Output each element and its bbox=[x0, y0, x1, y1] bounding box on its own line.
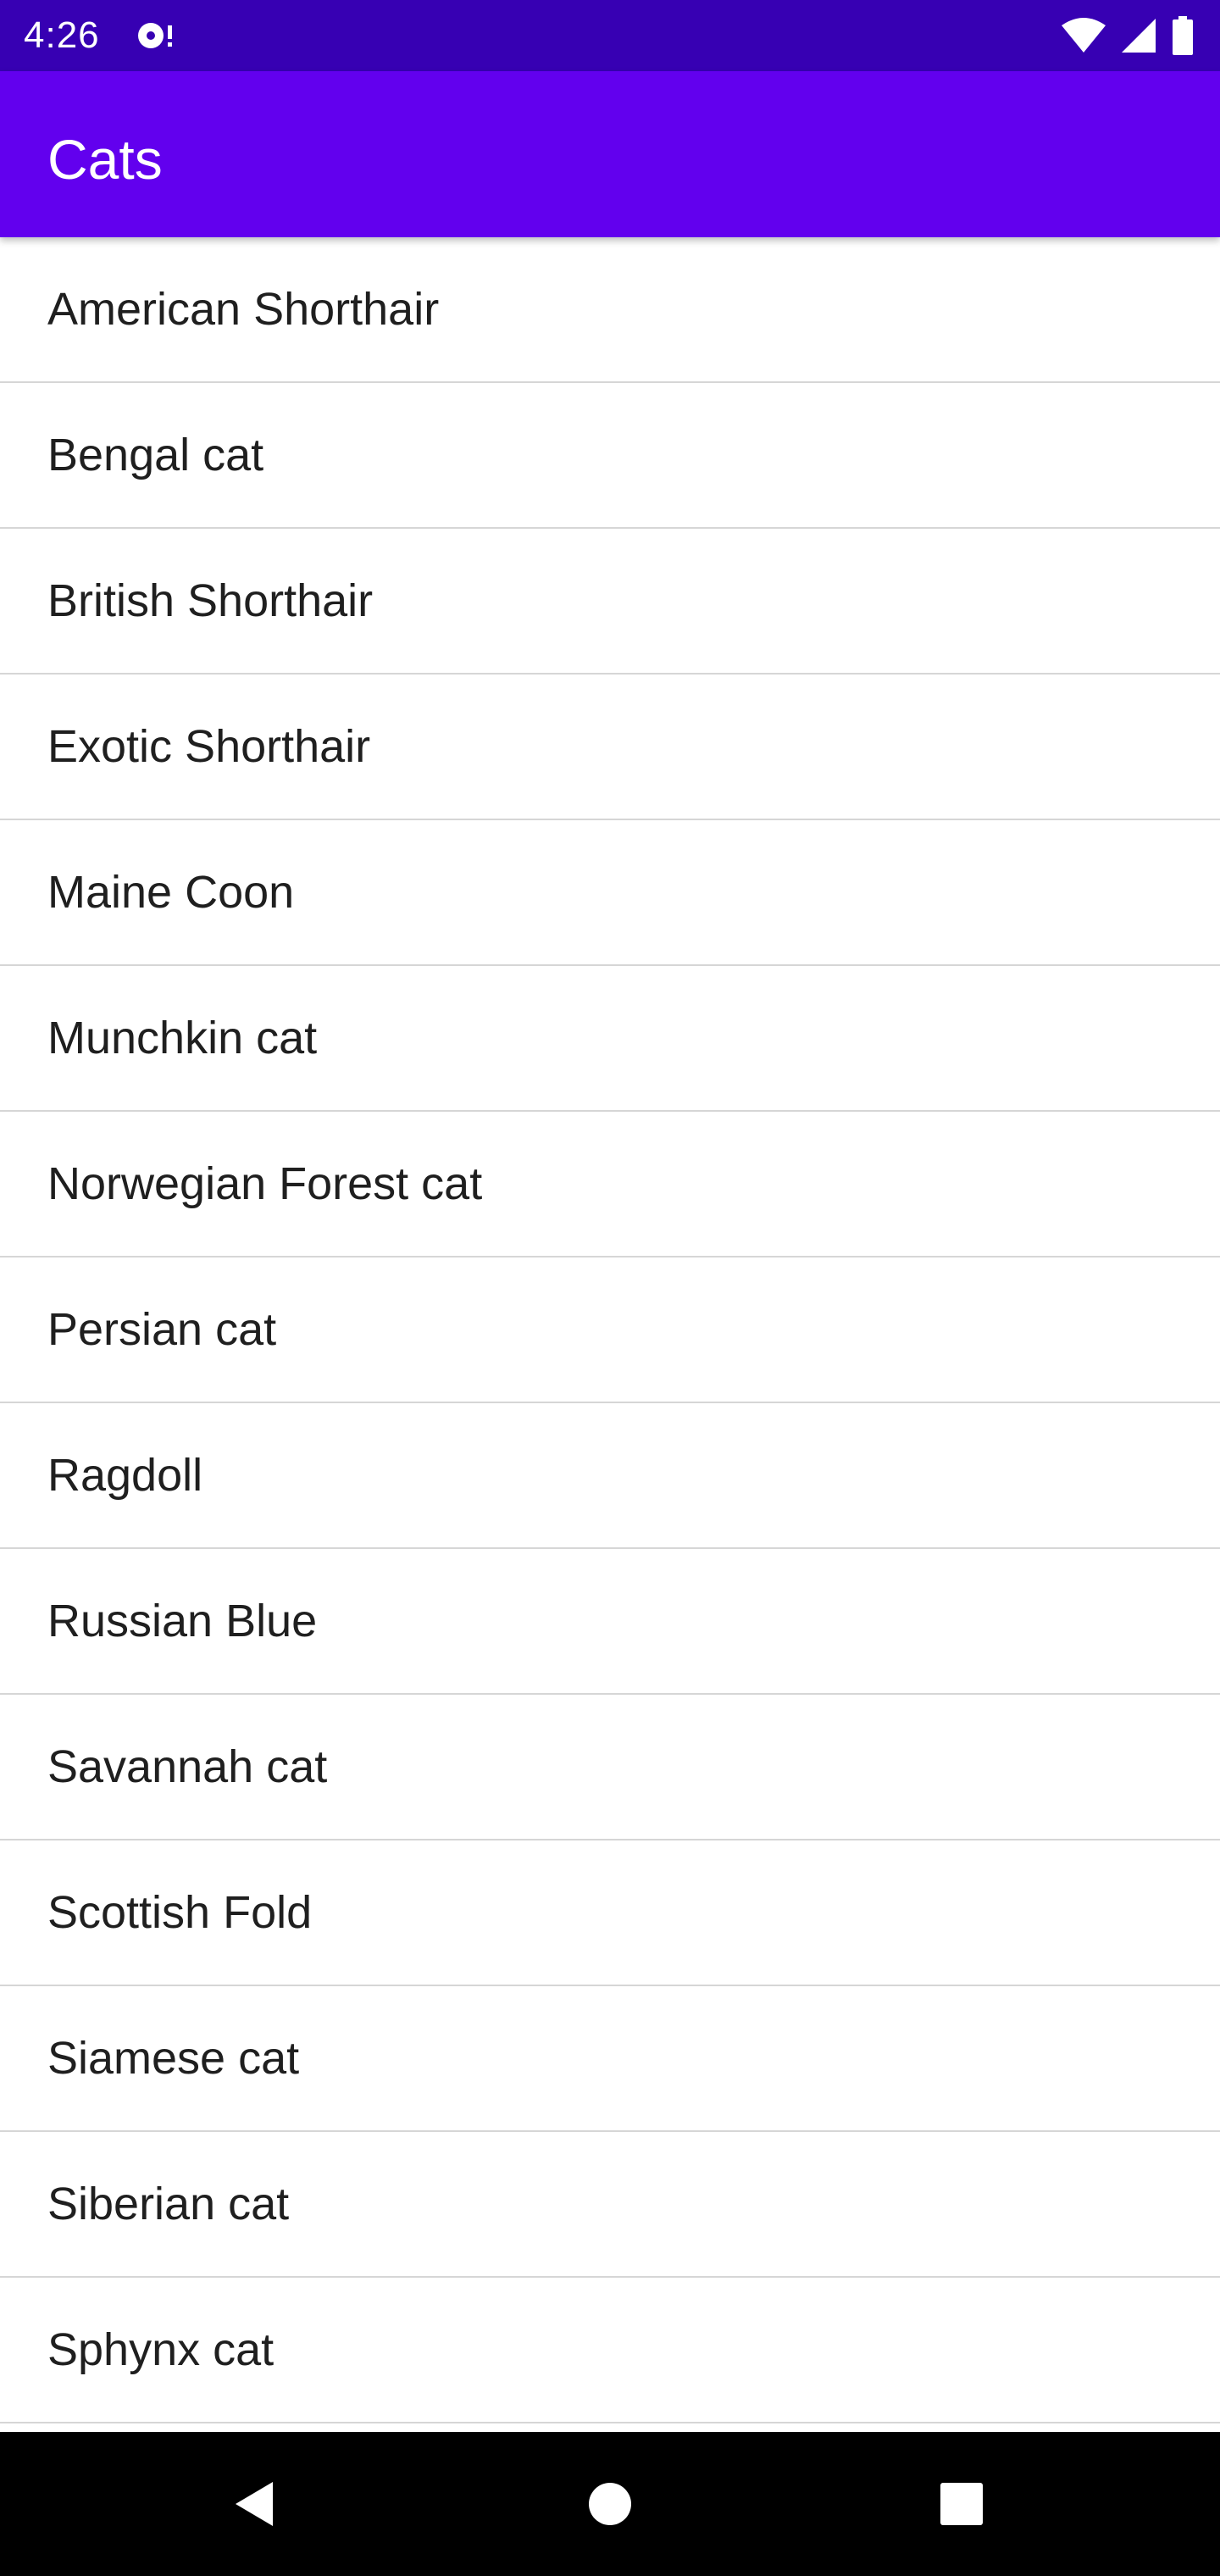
status-time: 4:26 bbox=[24, 14, 100, 56]
list-item[interactable]: Munchkin cat bbox=[0, 966, 1220, 1112]
list-item-label: Exotic Shorthair bbox=[47, 721, 371, 772]
list-item[interactable]: Ragdoll bbox=[0, 1403, 1220, 1549]
page-title: Cats bbox=[47, 128, 163, 191]
list-item-label: Norwegian Forest cat bbox=[47, 1158, 483, 1209]
home-icon bbox=[589, 2483, 631, 2525]
list-item[interactable]: Savannah cat bbox=[0, 1695, 1220, 1840]
app-bar: Cats bbox=[0, 71, 1220, 237]
cellular-signal-icon bbox=[1122, 19, 1156, 53]
list-item-label: Munchkin cat bbox=[47, 1013, 318, 1063]
list-item-label: Siamese cat bbox=[47, 2033, 300, 2084]
list-item[interactable]: Maine Coon bbox=[0, 820, 1220, 966]
wifi-icon bbox=[1062, 18, 1106, 53]
list-item[interactable]: Russian Blue bbox=[0, 1549, 1220, 1695]
list-item-label: Sphynx cat bbox=[47, 2324, 274, 2375]
status-bar: 4:26 bbox=[0, 0, 1220, 71]
list-item-label: Ragdoll bbox=[47, 1450, 203, 1501]
list-item-label: American Shorthair bbox=[47, 284, 440, 335]
list-item-label: Siberian cat bbox=[47, 2179, 290, 2229]
notification-icon bbox=[138, 23, 172, 48]
list-item-label: Scottish Fold bbox=[47, 1887, 313, 1938]
list-item[interactable]: Exotic Shorthair bbox=[0, 675, 1220, 820]
back-icon bbox=[236, 2482, 273, 2526]
list-item[interactable]: British Shorthair bbox=[0, 529, 1220, 675]
cat-list[interactable]: American Shorthair Bengal cat British Sh… bbox=[0, 237, 1220, 2432]
list-item[interactable]: Sphynx cat bbox=[0, 2278, 1220, 2423]
home-button[interactable] bbox=[568, 2462, 652, 2546]
list-item[interactable]: Bengal cat bbox=[0, 383, 1220, 529]
list-item[interactable]: American Shorthair bbox=[0, 237, 1220, 383]
list-item-label: British Shorthair bbox=[47, 575, 374, 626]
screen: 4:26 Cats American Shorthair Bengal cat … bbox=[0, 0, 1220, 2576]
list-item[interactable] bbox=[0, 2423, 1220, 2432]
navigation-bar bbox=[0, 2432, 1220, 2576]
recents-button[interactable] bbox=[919, 2462, 1004, 2546]
list-item-label: Russian Blue bbox=[47, 1596, 318, 1646]
list-item[interactable]: Siamese cat bbox=[0, 1986, 1220, 2132]
list-item[interactable]: Norwegian Forest cat bbox=[0, 1112, 1220, 1257]
list-item[interactable]: Persian cat bbox=[0, 1257, 1220, 1403]
list-item-label: Bengal cat bbox=[47, 430, 264, 480]
list-item[interactable]: Siberian cat bbox=[0, 2132, 1220, 2278]
back-button[interactable] bbox=[212, 2462, 297, 2546]
list-item-label: Persian cat bbox=[47, 1304, 277, 1355]
list-item[interactable]: Scottish Fold bbox=[0, 1840, 1220, 1986]
list-item-label: Savannah cat bbox=[47, 1741, 328, 1792]
battery-icon bbox=[1173, 16, 1193, 55]
recents-icon bbox=[940, 2483, 983, 2525]
list-item-label: Maine Coon bbox=[47, 867, 295, 918]
status-icons bbox=[1061, 15, 1195, 56]
